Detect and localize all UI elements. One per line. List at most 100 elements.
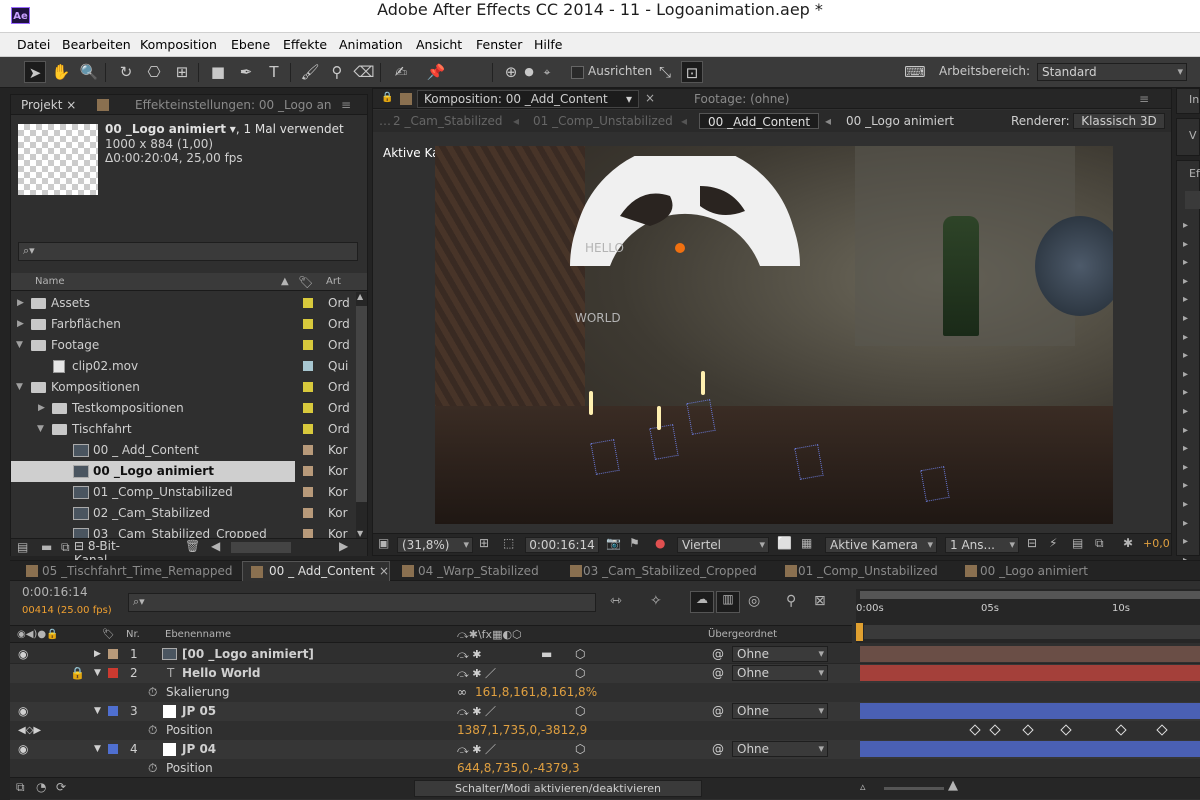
flowchart-icon[interactable]: ⧉	[1095, 536, 1104, 551]
list-item[interactable]: ▶ Testkompositionen Ord	[11, 398, 357, 419]
effects-search-input[interactable]	[1185, 191, 1200, 209]
brainstorm-icon[interactable]: ⚲	[786, 593, 796, 609]
timeline-tab-cropped[interactable]: 03 _Cam_Stabilized_Cropped	[577, 561, 763, 581]
timeline-tab-logo[interactable]: 00 _Logo animiert	[974, 561, 1094, 581]
layer-row[interactable]: ◉ ▼ 4 JP 04 ⤼ ✱ ／ ⬡ @ Ohne	[10, 740, 1200, 759]
menu-bearbeiten[interactable]: Bearbeiten	[62, 37, 131, 52]
column-name[interactable]: Name	[35, 273, 65, 291]
keyboard-icon[interactable]: ⌨	[904, 61, 926, 83]
timeline-current-time[interactable]: 0:00:16:14	[22, 585, 88, 599]
label-tag-icon[interactable]: 🏷	[298, 273, 313, 291]
fast-previews-icon[interactable]: ⚡	[1049, 536, 1057, 550]
pan-behind-tool-icon[interactable]: ⊞	[171, 61, 193, 83]
horizontal-scrollbar[interactable]	[231, 542, 291, 553]
interpret-footage-icon[interactable]: ▤	[17, 540, 28, 554]
scroll-right-icon[interactable]: ▶	[339, 539, 348, 553]
resolution-select[interactable]: Viertel	[677, 537, 769, 553]
eraser-tool-icon[interactable]: ⌫	[353, 61, 375, 83]
shy-layers-icon[interactable]: ☁	[690, 591, 714, 613]
clone-stamp-tool-icon[interactable]: ⚲	[326, 61, 348, 83]
list-item[interactable]: ▶ Assets Ord	[11, 293, 357, 314]
menu-ebene[interactable]: Ebene	[231, 37, 270, 52]
zoom-tool-icon[interactable]: 🔍	[78, 61, 100, 83]
trash-icon[interactable]: 🗑	[185, 539, 200, 553]
show-snapshot-icon[interactable]: ⚑	[629, 536, 640, 550]
rotate-tool-icon[interactable]: ↻	[115, 61, 137, 83]
new-folder-icon[interactable]: ▬	[41, 540, 52, 554]
list-item[interactable]: 01 _Comp_Unstabilized Kor	[11, 482, 357, 503]
in-out-icon[interactable]: ⟳	[56, 780, 66, 794]
snapshot-icon[interactable]: 📷	[606, 536, 621, 550]
property-row[interactable]: ⏱ Position 644,8,735,0,-4379,3	[10, 759, 1200, 775]
breadcrumb-4[interactable]: 00 _Logo animiert	[846, 110, 954, 132]
close-tab-icon[interactable]: ×	[645, 91, 655, 105]
hand-tool-icon[interactable]: ✋	[50, 61, 72, 83]
rectangle-tool-icon[interactable]: ■	[207, 61, 229, 83]
menu-hilfe[interactable]: Hilfe	[534, 37, 562, 52]
region-of-interest-icon[interactable]: ⬜	[777, 536, 792, 550]
info-panel-collapsed[interactable]: In	[1176, 88, 1200, 114]
list-item[interactable]: 00 _ Add_Content Kor	[11, 440, 357, 461]
property-row[interactable]: ⏱ Skalierung ∞ 161,8,161,8,161,8%	[10, 683, 1200, 702]
breadcrumb-2[interactable]: 01 _Comp_Unstabilized	[533, 110, 673, 132]
mask-visibility-icon[interactable]: ⬚	[503, 536, 514, 550]
sort-ascending-icon[interactable]: ▲	[281, 273, 289, 291]
menu-animation[interactable]: Animation	[339, 37, 403, 52]
exposure-reset-icon[interactable]: ✱	[1123, 536, 1133, 550]
list-item[interactable]: ▼ Footage Ord	[11, 335, 357, 356]
renderer-button[interactable]: Klassisch 3D	[1073, 113, 1165, 129]
channel-icon[interactable]: ●	[655, 536, 665, 550]
effects-category-list[interactable]: ▸▸▸▸▸▸▸▸▸▸▸▸▸▸▸▸▸▸▸	[1183, 217, 1188, 570]
panel-menu-icon[interactable]: ≡	[335, 95, 357, 115]
new-composition-icon[interactable]: ⧉	[61, 540, 70, 555]
frame-blending-icon[interactable]: ▥	[716, 591, 740, 613]
3d-view-select[interactable]: Aktive Kamera	[825, 537, 937, 553]
breadcrumb-current[interactable]: 00 _Add_Content	[699, 113, 820, 129]
column-number[interactable]: Nr.	[126, 626, 140, 644]
timeline-icon[interactable]: ▤	[1072, 536, 1083, 550]
property-row[interactable]: ◀◇▶ ⏱ Position 1387,1,735,0,-3812,9	[10, 721, 1200, 740]
view-layout-select[interactable]: 1 Ans...	[945, 537, 1019, 553]
zoom-in-icon[interactable]: ▲	[948, 778, 958, 793]
scroll-left-icon[interactable]: ◀	[211, 539, 220, 553]
camera-tool-icon[interactable]: ⎔	[143, 61, 165, 83]
list-item[interactable]: ▼ Kompositionen Ord	[11, 377, 357, 398]
tab-effect-controls[interactable]: Effekteinstellungen: 00 _Logo an	[129, 95, 343, 115]
parent-select[interactable]: Ohne	[732, 703, 828, 719]
menu-effekte[interactable]: Effekte	[283, 37, 327, 52]
menu-ansicht[interactable]: Ansicht	[416, 37, 462, 52]
viewer-menu-icon[interactable]: ≡	[1133, 89, 1155, 109]
exposure-value[interactable]: +0,0	[1143, 537, 1170, 550]
parent-select[interactable]: Ohne	[732, 665, 828, 681]
breadcrumb-prev[interactable]: …	[379, 110, 391, 132]
project-scrollbar[interactable]: ▲ ▼	[356, 292, 367, 538]
zoom-out-icon[interactable]: ▵	[860, 780, 866, 793]
timeline-tab-unstabilized[interactable]: 01 _Comp_Unstabilized	[792, 561, 944, 581]
project-search-input[interactable]: ⌕▾	[18, 242, 358, 261]
transparency-grid-icon[interactable]: ▦	[801, 536, 812, 550]
tab-project[interactable]: Projekt ×	[15, 95, 82, 115]
view-axis-icon[interactable]: ⌖	[536, 61, 558, 83]
lock-icon[interactable]: 🔒	[381, 92, 393, 103]
snap-options-icon[interactable]: ⤡	[654, 61, 676, 83]
toggle-switches-modes-button[interactable]: Schalter/Modi aktivieren/deaktivieren	[414, 780, 702, 797]
selection-tool-icon[interactable]: ➤	[24, 61, 46, 83]
always-preview-icon[interactable]: ▣	[378, 536, 389, 550]
timeline-tab-tischfahrt[interactable]: 05 _Tischfahrt_Time_Remapped	[36, 561, 238, 581]
brush-tool-icon[interactable]: 🖌	[299, 61, 321, 83]
current-time-indicator[interactable]	[856, 623, 863, 641]
time-ruler[interactable]: 0:00s 05s 10s	[856, 589, 1200, 643]
roto-brush-tool-icon[interactable]: ✍	[390, 61, 412, 83]
layer-row[interactable]: ◉ ▶ 1 [00 _Logo animiert] ⤼ ✱ ▬ ⬡ @ Ohne	[10, 645, 1200, 664]
timeline-zoom-slider[interactable]	[884, 787, 944, 790]
column-parent[interactable]: Übergeordnet	[708, 626, 777, 644]
graph-editor-icon[interactable]: ⊠	[814, 593, 826, 609]
snap-target-icon[interactable]: ⊡	[681, 61, 703, 83]
snap-checkbox[interactable]	[571, 66, 584, 79]
list-item-selected[interactable]: 00 _Logo animiert	[11, 461, 295, 482]
menu-datei[interactable]: Datei	[17, 37, 50, 52]
parent-select[interactable]: Ohne	[732, 741, 828, 757]
magnification-select[interactable]: (31,8%)	[397, 537, 473, 553]
pen-tool-icon[interactable]: ✒	[235, 61, 257, 83]
draft-3d-icon[interactable]: ✧	[650, 593, 662, 609]
